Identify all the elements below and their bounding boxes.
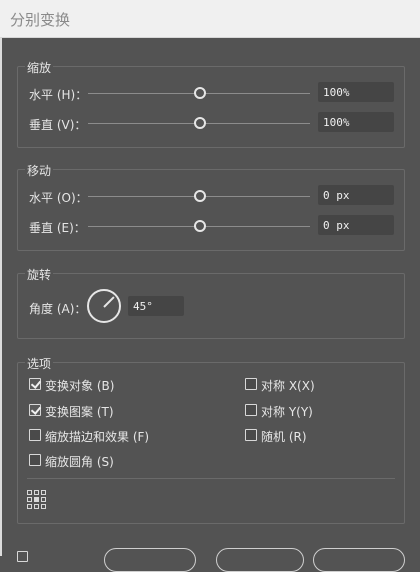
scale-corners-label[interactable]: 缩放圆角 (S) <box>45 453 114 470</box>
scale-strokes-label[interactable]: 缩放描边和效果 (F) <box>45 428 149 445</box>
angle-dial-hand <box>103 296 115 308</box>
move-horizontal-input[interactable]: 0 px <box>318 185 394 205</box>
ref-point-cell[interactable] <box>27 497 32 502</box>
scale-strokes-checkbox[interactable] <box>29 429 41 441</box>
options-legend: 选项 <box>25 355 54 372</box>
scale-horizontal-input[interactable]: 100% <box>318 82 394 102</box>
transform-each-dialog: 分别变换 缩放 水平 (H)： 100% 垂直 (V)： 100% 移动 水平 … <box>0 0 420 572</box>
reflect-x-checkbox[interactable] <box>245 378 257 390</box>
rotate-legend: 旋转 <box>25 266 54 283</box>
scale-corners-checkbox[interactable] <box>29 454 41 466</box>
move-group <box>17 169 405 251</box>
angle-input[interactable]: 45° <box>128 296 184 316</box>
scale-horizontal-label: 水平 (H)： <box>29 88 88 102</box>
ok-button[interactable] <box>216 548 304 572</box>
reflect-x-label[interactable]: 对称 X(X) <box>261 377 315 394</box>
scale-vertical-input[interactable]: 100% <box>318 112 394 132</box>
scale-legend: 缩放 <box>25 59 54 76</box>
dialog-title: 分别变换 <box>10 11 71 29</box>
copy-button[interactable] <box>104 548 196 572</box>
move-horizontal-label: 水平 (O)： <box>29 191 88 205</box>
random-checkbox[interactable] <box>245 429 257 441</box>
preview-checkbox[interactable] <box>17 551 28 562</box>
ref-point-cell[interactable] <box>41 497 46 502</box>
ref-point-cell[interactable] <box>34 490 39 495</box>
window-edge <box>0 38 2 556</box>
transform-patterns-checkbox[interactable] <box>29 404 41 416</box>
ref-point-cell[interactable] <box>27 490 32 495</box>
scale-horizontal-slider-thumb[interactable] <box>194 87 206 99</box>
move-horizontal-slider-thumb[interactable] <box>194 190 206 202</box>
ref-point-cell-selected[interactable] <box>34 497 39 502</box>
scale-vertical-label: 垂直 (V)： <box>29 118 87 132</box>
angle-dial[interactable] <box>87 289 121 323</box>
options-separator <box>27 478 395 479</box>
cancel-button[interactable] <box>313 548 405 572</box>
move-vertical-input[interactable]: 0 px <box>318 215 394 235</box>
move-vertical-slider-thumb[interactable] <box>194 220 206 232</box>
title-bar[interactable]: 分别变换 <box>0 0 420 38</box>
reflect-y-label[interactable]: 对称 Y(Y) <box>261 403 313 420</box>
ref-point-cell[interactable] <box>41 504 46 509</box>
angle-label: 角度 (A)： <box>29 302 87 316</box>
transform-objects-checkbox[interactable] <box>29 378 41 390</box>
ref-point-cell[interactable] <box>34 504 39 509</box>
reflect-y-checkbox[interactable] <box>245 404 257 416</box>
random-label[interactable]: 随机 (R) <box>261 428 307 445</box>
transform-patterns-label[interactable]: 变换图案 (T) <box>45 403 114 420</box>
ref-point-cell[interactable] <box>27 504 32 509</box>
move-vertical-label: 垂直 (E)： <box>29 221 86 235</box>
transform-objects-label[interactable]: 变换对象 (B) <box>45 377 114 394</box>
scale-vertical-slider-thumb[interactable] <box>194 117 206 129</box>
move-legend: 移动 <box>25 162 54 179</box>
scale-group <box>17 66 405 148</box>
reference-point-grid-icon[interactable] <box>27 490 47 510</box>
ref-point-cell[interactable] <box>41 490 46 495</box>
